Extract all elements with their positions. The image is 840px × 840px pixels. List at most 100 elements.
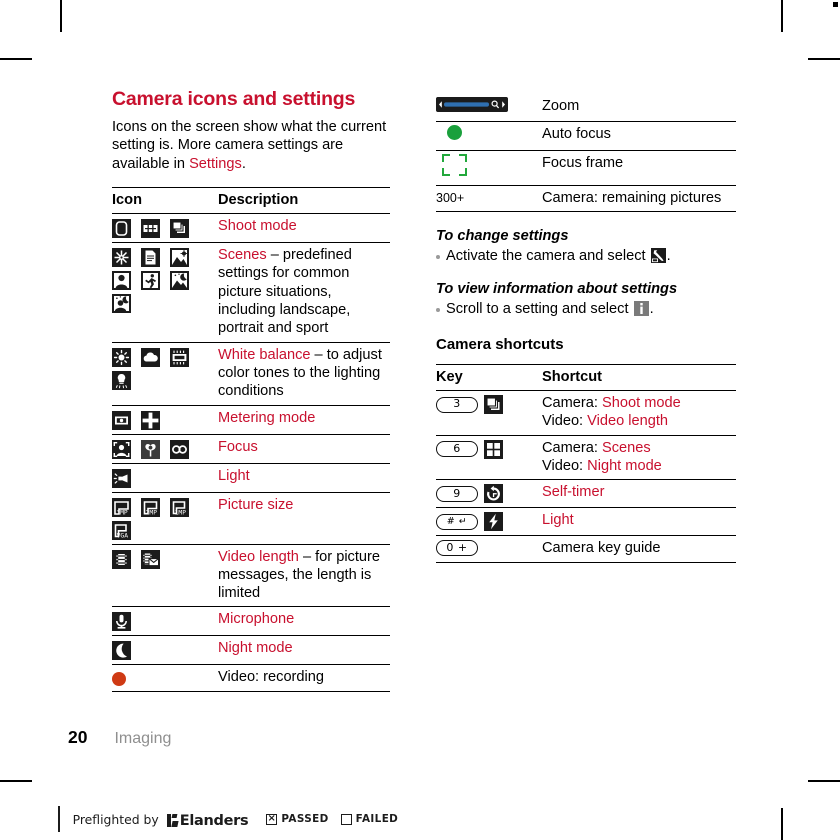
icon-group-metering-mode: [112, 405, 218, 434]
description-cell: Video length – for picture messages, the…: [218, 544, 390, 607]
shortcut-link[interactable]: Night mode: [587, 458, 662, 474]
shortcut-line: Camera key guide: [542, 539, 736, 557]
intro-paragraph: Icons on the screen show what the curren…: [112, 118, 390, 173]
keycap-9[interactable]: 9: [436, 485, 478, 502]
status-label: Auto focus: [542, 126, 611, 143]
row-label-link[interactable]: White balance: [218, 347, 310, 363]
elanders-brand-text: Elanders: [179, 812, 249, 829]
row-label-link[interactable]: Night mode: [218, 640, 293, 656]
bullet-change-settings: Activate the camera and select .: [436, 247, 736, 265]
chapter-name: Imaging: [114, 730, 172, 747]
table-row: Auto focus: [436, 122, 736, 151]
table-row: White balance – to adjust color tones to…: [112, 342, 390, 406]
camera-shortcuts-table-body: 3 Camera: Shoot mode Video: Video length: [436, 391, 736, 563]
description-cell: Video: recording: [218, 665, 390, 691]
passed-label: PASSED: [281, 813, 329, 825]
keycap-3[interactable]: 3: [436, 396, 478, 413]
row-label-link[interactable]: Metering mode: [218, 410, 315, 426]
column-header-description: Description: [218, 187, 390, 215]
table-row: Metering mode: [112, 405, 390, 435]
focus-frame-icon: [442, 153, 467, 176]
row-label-link[interactable]: Video length: [218, 549, 299, 565]
icon-group-video-recording: [112, 665, 218, 691]
intro-text-before: Icons on the screen show what the curren…: [112, 119, 387, 172]
icon-group-white-balance: [112, 342, 218, 405]
preflight-passed: × PASSED: [266, 813, 328, 825]
shortcut-link[interactable]: Light: [542, 512, 574, 528]
description-cell: White balance – to adjust color tones to…: [218, 342, 390, 405]
shortcut-cell: Self-timer: [542, 480, 736, 508]
focus-infinity-icon: [170, 439, 189, 459]
bullet-dot-icon: [436, 255, 440, 260]
remaining-pictures-count: 300+: [436, 190, 465, 205]
status-label-cell: Camera: remaining pictures: [542, 185, 736, 211]
description-cell: Focus: [218, 434, 390, 463]
shortcut-line: Video: Night mode: [542, 457, 736, 475]
icon-group-shoot-mode: [112, 214, 218, 243]
row-label-link[interactable]: Light: [218, 468, 250, 484]
icon-cell-remaining-pictures: 300+: [436, 185, 542, 211]
right-column: Zoom Auto focus Focus frame 300+ Camera:…: [436, 88, 736, 563]
scene-twilight-landscape-icon: [170, 271, 189, 291]
preflight-label: Preflighted by: [72, 811, 159, 827]
intro-text-after: .: [241, 155, 246, 172]
shortcut-cell: Camera: Shoot mode Video: Video length: [542, 391, 736, 436]
shortcut-link[interactable]: Shoot mode: [602, 395, 681, 411]
scene-portrait-icon: [112, 271, 131, 291]
bullet-dot-icon: [436, 308, 440, 313]
shortcut-cell: Camera: Scenes Video: Night mode: [542, 435, 736, 480]
failed-checkbox[interactable]: [340, 813, 352, 825]
focus-macro-icon: [141, 439, 160, 459]
status-label-cell: Zoom: [542, 94, 736, 122]
shortcut-line: Light: [542, 511, 736, 529]
auto-focus-dot-icon: [447, 125, 462, 141]
keycap-0[interactable]: 0 +: [436, 540, 478, 557]
row-label-link[interactable]: Shoot mode: [218, 218, 297, 234]
scenes-grid-icon: [484, 439, 503, 459]
bullet-text-before: Scroll to a setting and select: [446, 301, 633, 318]
shoot-mode-panorama-icon: [141, 219, 160, 239]
row-label-link[interactable]: Picture size: [218, 497, 293, 513]
shortcut-line: Camera: Scenes: [542, 439, 736, 457]
column-header-shortcut: Shortcut: [542, 364, 736, 392]
information-icon: [633, 301, 649, 317]
shortcut-line: Video: Video length: [542, 412, 736, 430]
table-header-row: Icon Description: [112, 187, 390, 215]
table-row: 6 Camera: Scenes Video: Night mode: [436, 435, 736, 480]
picsize-3mp-icon: 3MP: [112, 497, 131, 517]
table-row: Night mode: [112, 636, 390, 665]
settings-wrench-icon: [650, 248, 666, 264]
description-cell: Shoot mode: [218, 214, 390, 243]
settings-link[interactable]: Settings: [189, 156, 242, 172]
row-label-link[interactable]: Scenes: [218, 247, 267, 263]
shortcut-line: Self-timer: [542, 483, 736, 501]
icon-group-focus: [112, 434, 218, 463]
description-cell: Night mode: [218, 636, 390, 665]
description-cell: Light: [218, 463, 390, 492]
passed-checkbox[interactable]: ×: [266, 813, 278, 825]
row-label-link[interactable]: Microphone: [218, 611, 294, 627]
icon-cell-zoom: [436, 94, 542, 122]
row-label-link[interactable]: Focus: [218, 439, 258, 455]
picsize-vga-icon: VGA: [112, 520, 131, 540]
shortcut-link[interactable]: Self-timer: [542, 484, 604, 500]
icon-group-scenes: [112, 243, 218, 342]
metering-normal-icon: [141, 410, 160, 430]
description-cell: Metering mode: [218, 405, 390, 434]
microphone-icon: [112, 612, 131, 632]
shortcut-prefix: Video:: [542, 413, 588, 430]
status-label-cell: Auto focus: [542, 122, 736, 150]
column-header-icon: Icon: [112, 187, 218, 215]
shortcut-link[interactable]: Scenes: [602, 440, 651, 456]
bullet-text-after: .: [666, 248, 671, 265]
description-cell: Microphone: [218, 607, 390, 636]
heading-to-change-settings: To change settings: [436, 228, 569, 245]
keycap-6[interactable]: 6: [436, 441, 478, 458]
scene-landscape-icon: [170, 248, 189, 268]
camera-icons-table-body: Shoot mode Scenes – predefined settings …: [112, 214, 390, 692]
table-row: Video length – for picture messages, the…: [112, 544, 390, 607]
metering-spot-icon: [112, 410, 131, 430]
shortcut-link[interactable]: Video length: [587, 413, 668, 429]
keycap-hash[interactable]: # ↵: [436, 513, 478, 530]
night-mode-icon: [112, 641, 131, 661]
